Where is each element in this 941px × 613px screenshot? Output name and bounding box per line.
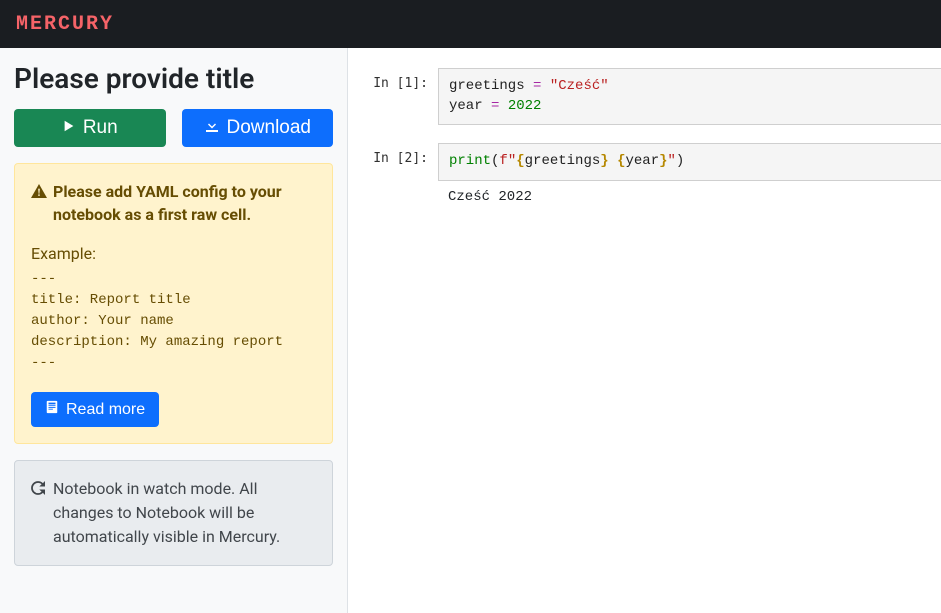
yaml-warning-alert: Please add YAML config to your notebook … bbox=[14, 163, 333, 444]
watch-mode-row: Notebook in watch mode. All changes to N… bbox=[31, 477, 316, 549]
action-buttons: Run Download bbox=[14, 109, 333, 147]
notebook-cell: In [1]:greetings = "Cześć" year = 2022 bbox=[348, 68, 941, 125]
read-more-button[interactable]: Read more bbox=[31, 392, 159, 427]
book-icon bbox=[45, 400, 59, 419]
notebook-cell: In [2]:print(f"{greetings} {year}")Cześć… bbox=[348, 143, 941, 213]
topbar: MERCURY bbox=[0, 0, 941, 48]
cell-body: greetings = "Cześć" year = 2022 bbox=[438, 68, 941, 125]
warning-icon bbox=[31, 180, 47, 205]
watch-mode-text: Notebook in watch mode. All changes to N… bbox=[53, 477, 316, 549]
example-code: --- title: Report title author: Your nam… bbox=[31, 269, 316, 374]
warning-heading-text: Please add YAML config to your notebook … bbox=[53, 180, 316, 226]
play-icon bbox=[62, 117, 76, 139]
warning-heading: Please add YAML config to your notebook … bbox=[31, 180, 316, 226]
code-input[interactable]: greetings = "Cześć" year = 2022 bbox=[438, 68, 941, 125]
run-button[interactable]: Run bbox=[14, 109, 166, 147]
cell-body: print(f"{greetings} {year}")Cześć 2022 bbox=[438, 143, 941, 213]
watch-mode-alert: Notebook in watch mode. All changes to N… bbox=[14, 460, 333, 566]
cell-prompt: In [1]: bbox=[348, 68, 438, 125]
refresh-icon bbox=[31, 477, 45, 502]
download-button[interactable]: Download bbox=[182, 109, 334, 147]
cell-prompt: In [2]: bbox=[348, 143, 438, 213]
code-output: Cześć 2022 bbox=[438, 181, 941, 213]
sidebar: Please provide title Run Download bbox=[0, 48, 348, 613]
notebook-content: In [1]:greetings = "Cześć" year = 2022In… bbox=[348, 48, 941, 613]
read-more-label: Read more bbox=[66, 401, 145, 419]
main-area: Please provide title Run Download bbox=[0, 48, 941, 613]
code-input[interactable]: print(f"{greetings} {year}") bbox=[438, 143, 941, 181]
download-label: Download bbox=[227, 117, 312, 139]
app-root: MERCURY Please provide title Run Downloa… bbox=[0, 0, 941, 613]
brand-logo: MERCURY bbox=[16, 13, 114, 36]
example-label: Example: bbox=[31, 244, 316, 263]
run-label: Run bbox=[83, 117, 118, 139]
download-icon bbox=[204, 117, 220, 139]
page-title: Please provide title bbox=[14, 62, 333, 95]
